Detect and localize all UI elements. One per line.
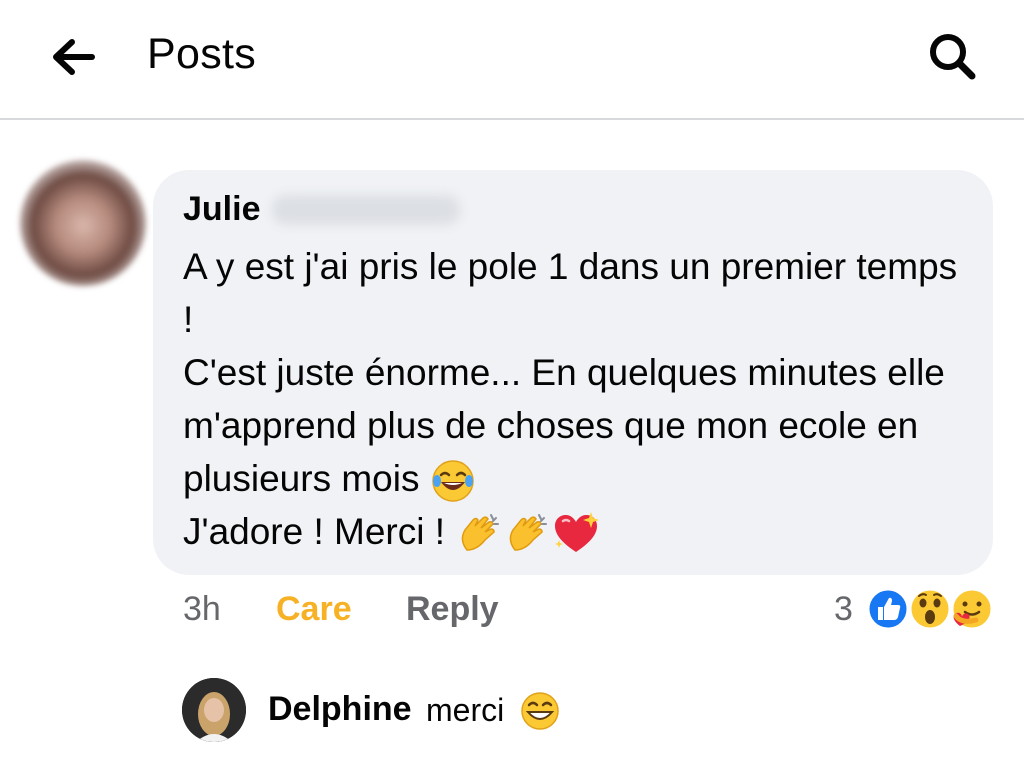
face-with-tears-of-joy-icon bbox=[432, 460, 474, 502]
back-button[interactable] bbox=[48, 34, 98, 80]
avatar[interactable] bbox=[20, 160, 146, 286]
comment-time[interactable]: 3h bbox=[183, 590, 221, 629]
wow-icon bbox=[908, 587, 952, 631]
comment-line-1: A y est j'ai pris le pole 1 dans un prem… bbox=[183, 246, 958, 340]
search-icon bbox=[930, 34, 976, 80]
page-title: Posts bbox=[147, 30, 257, 78]
like-icon bbox=[866, 587, 910, 631]
search-button[interactable] bbox=[920, 28, 982, 84]
reaction-count[interactable]: 3 bbox=[834, 590, 853, 629]
reply-author[interactable]: Delphine bbox=[268, 690, 412, 729]
care-icon bbox=[950, 587, 994, 631]
comment-line-2: C'est juste énorme... En quelques minute… bbox=[183, 352, 945, 499]
sparkling-heart-icon bbox=[555, 512, 600, 553]
comment-text: A y est j'ai pris le pole 1 dans un prem… bbox=[183, 240, 973, 558]
author-lastname-redacted bbox=[272, 195, 460, 225]
clapping-hands-icon bbox=[510, 514, 548, 551]
care-reaction-button[interactable]: Care bbox=[276, 590, 352, 629]
comment-line-3: J'adore ! Merci ! bbox=[183, 511, 446, 552]
reply-button[interactable]: Reply bbox=[406, 590, 499, 629]
top-bar: Posts bbox=[0, 0, 1024, 120]
avatar-image bbox=[182, 678, 246, 742]
avatar[interactable] bbox=[182, 678, 246, 742]
clapping-hands-icon bbox=[462, 514, 500, 551]
comment-author[interactable]: Julie bbox=[183, 190, 260, 229]
reply-text: merci bbox=[426, 692, 505, 728]
arrow-left-icon bbox=[53, 39, 95, 75]
grinning-face-icon bbox=[519, 690, 561, 737]
reaction-summary[interactable] bbox=[864, 586, 994, 632]
reaction-icons bbox=[866, 587, 994, 631]
